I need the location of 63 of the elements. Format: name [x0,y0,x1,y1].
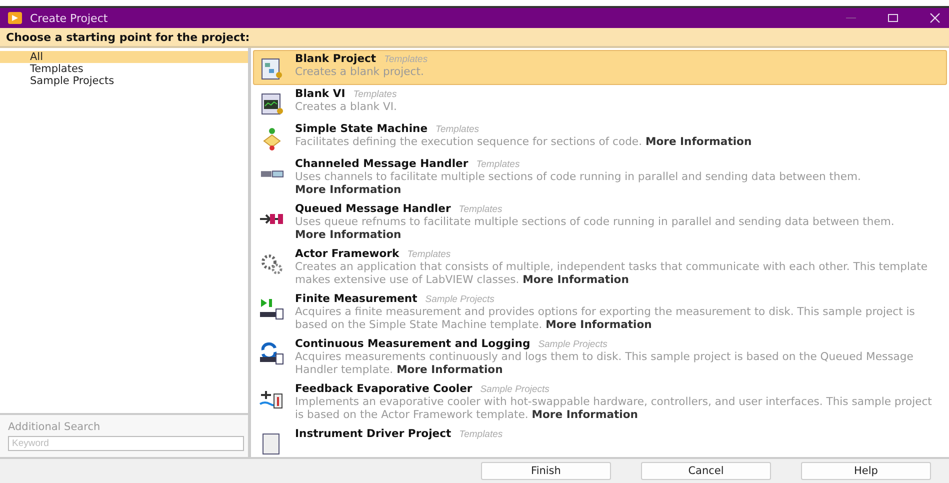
header-text: Choose a starting point for the project: [6,30,250,44]
more-information-link[interactable]: More Information [295,228,402,240]
project-title: Queued Message Handler [295,202,451,215]
project-title: Continuous Measurement and Logging [295,337,530,350]
project-item[interactable]: Continuous Measurement and Logging Sample Projects Acquires measurements continuously and logs them to disk. This sample project is based on the Queued Message Handler template. More Information [253,335,947,380]
additional-search-label: Additional Search [8,421,102,433]
vi-file-icon [259,92,285,116]
project-category: Sample Projects [538,339,608,350]
project-category: Templates [407,249,451,260]
loop-file-icon [259,342,285,366]
play-file-icon [259,297,285,321]
project-item[interactable]: Simple State Machine Templates Facilitates defining the execution sequence for sections of code. More Information [253,120,947,155]
keyword-field[interactable]: Keyword [8,436,244,451]
more-information-link[interactable]: More Information [546,318,652,330]
project-item[interactable]: Blank VI Templates Creates a blank VI. [253,85,947,120]
channel-icon [260,170,284,178]
project-category: Templates [353,89,397,100]
project-title: Channeled Message Handler [295,157,468,170]
project-item[interactable]: Instrument Driver Project Templates [253,425,947,457]
project-file-icon [259,57,285,81]
project-title: Feedback Evaporative Cooler [295,382,472,395]
project-category: Templates [384,54,428,65]
gears-icon [259,252,285,276]
project-item[interactable]: Channeled Message Handler Templates Uses channels to facilitate multiple sections of code running in parallel and sending data between them. More Information [253,155,947,200]
project-description: Implements an evaporative cooler with hot-swappable hardware, controllers, and user interfaces. This sample project is based on the Actor Framework template. More Information [295,396,933,421]
project-title: Actor Framework [295,247,400,260]
cancel-button[interactable]: Cancel [641,462,771,480]
project-item[interactable]: Actor Framework Templates Creates an application that consists of multiple, independent tasks that communicate with each other. This template makes extensive use of LabVIEW classes. More Information [253,245,947,290]
project-description: Uses queue refnums to facilitate multiple sections of code running in parallel and sending data between them. More Information [295,216,896,241]
more-information-link[interactable]: More Information [645,135,752,148]
project-category: Templates [436,124,480,135]
project-title: Finite Measurement [295,292,418,305]
project-item[interactable]: Blank Project Templates Creates a blank project. [253,50,947,85]
project-category: Sample Projects [480,384,550,395]
category-item[interactable]: All [0,51,248,63]
project-category: Templates [476,159,520,170]
close-icon[interactable] [929,12,941,24]
finish-button[interactable]: Finish [481,462,611,480]
project-description: Acquires measurements continuously and logs them to disk. This sample project is based on the Queued Message Handler template. More Information [295,351,914,376]
project-title: Blank VI [295,87,346,100]
project-description: Creates a blank VI. [295,101,398,114]
category-item[interactable]: Sample Projects [0,75,248,87]
project-description: Creates a blank project. [295,66,425,78]
app-icon [8,12,22,24]
more-information-link[interactable]: More Information [532,408,638,420]
more-information-link[interactable]: More Information [396,362,503,376]
project-description: Uses channels to facilitate multiple sections of code running in parallel and sending data between them. More Information [295,171,862,196]
project-category: Templates [459,429,503,440]
maximize-icon[interactable] [887,12,899,24]
project-description: Creates an application that consists of multiple, independent tasks that communicate with each other. This template makes extensive use of LabVIEW classes. More Information [295,261,929,286]
project-title: Simple State Machine [295,122,428,135]
project-category: Templates [458,204,502,215]
project-description: Acquires a finite measurement and provides options for exporting the measurement to disk. This sample project is based on the Simple State Machine template. More Information [295,306,916,331]
more-information-link[interactable]: More Information [295,182,402,196]
help-button[interactable]: Help [801,462,931,480]
project-description: Facilitates defining the execution sequence for sections of code. More Information [295,136,753,148]
project-title: Blank Project [295,52,376,65]
window-title: Create Project [30,12,108,24]
project-title: Instrument Driver Project [295,427,452,440]
project-category: Sample Projects [425,294,494,305]
more-information-link[interactable]: More Information [522,272,629,286]
category-item[interactable]: Templates [0,63,248,75]
project-item[interactable]: Queued Message Handler Templates Uses queue refnums to facilitate multiple sections of code running in parallel and sending data between them. More Information [253,200,947,245]
